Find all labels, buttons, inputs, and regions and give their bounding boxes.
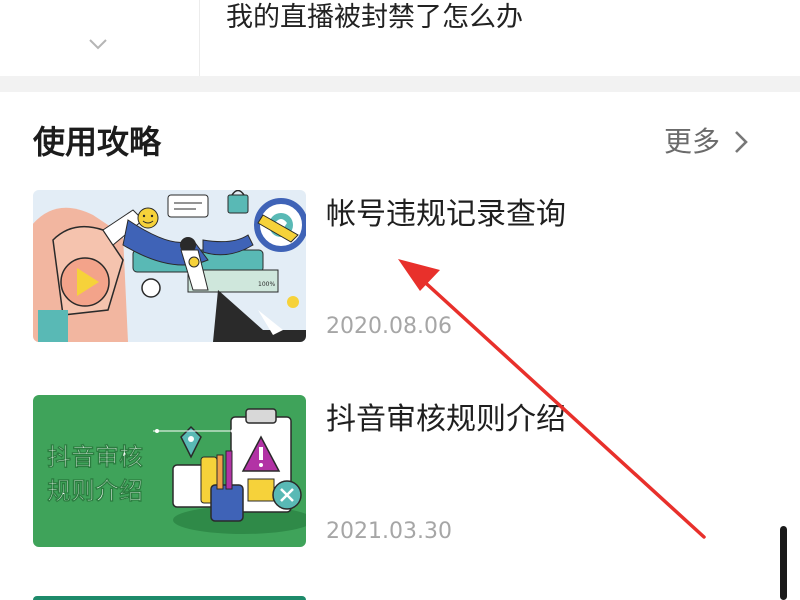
article-title[interactable]: 抖音审核规则介绍 [326,400,566,440]
article-title[interactable]: 帐号违规记录查询 [326,195,566,235]
scrollbar[interactable] [780,526,787,600]
faq-question[interactable]: 我的直播被封禁了怎么办 [226,0,523,36]
article-date: 2020.08.06 [326,314,452,339]
article-item[interactable]: 抖音审核 规则介绍 抖音审核规则介绍 2021.03.30 [33,395,773,550]
review-rules-illustration: 抖音审核 规则介绍 [33,395,306,547]
chevron-down-icon[interactable] [88,34,108,54]
faq-expander[interactable] [0,0,200,76]
next-article-thumbnail[interactable] [33,596,306,600]
svg-text:100%: 100% [258,281,275,288]
more-label: 更多 [664,125,721,158]
article-item[interactable]: 100% 帐号违规记录查询 2020.08.06 [33,190,773,345]
article-thumbnail: 100% [33,190,306,342]
article-date: 2021.03.30 [326,519,452,544]
section-title: 使用攻略 [33,123,162,161]
account-violation-illustration: 100% [33,190,306,342]
article-thumbnail: 抖音审核 规则介绍 [33,395,306,547]
chevron-right-icon [735,131,748,153]
section-divider [0,76,800,92]
thumb-text-line1: 抖音审核 [47,443,143,471]
more-link[interactable]: 更多 [664,122,750,162]
thumb-text-line2: 规则介绍 [47,477,143,505]
faq-card[interactable]: 我的直播被封禁了怎么办 [0,0,800,76]
